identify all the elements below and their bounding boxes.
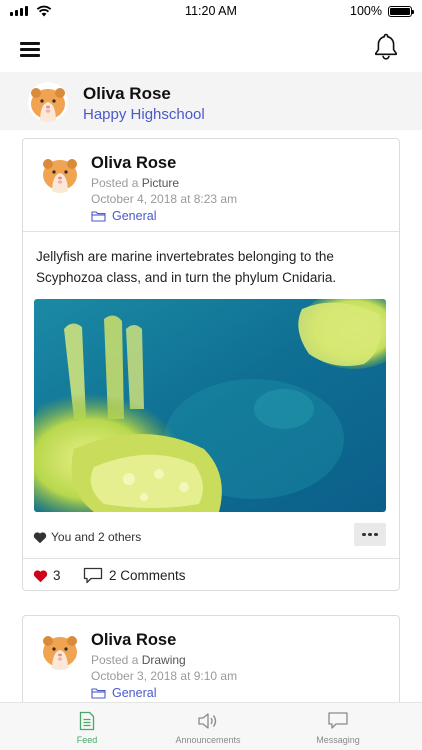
- post-author-name[interactable]: Oliva Rose: [91, 631, 176, 650]
- post-category-label: General: [112, 686, 157, 700]
- post-type-line: Posted a Drawing: [91, 653, 186, 667]
- author-avatar[interactable]: [40, 630, 80, 670]
- post-type: Picture: [141, 176, 180, 190]
- tab-messaging[interactable]: Messaging: [268, 703, 408, 750]
- heart-icon: [33, 531, 47, 543]
- author-avatar[interactable]: [40, 153, 80, 193]
- like-count: 3: [53, 568, 61, 583]
- post-type-line: Posted a Picture: [91, 176, 179, 190]
- post-category-label: General: [112, 209, 157, 223]
- wifi-icon: [36, 5, 52, 17]
- post-header: Oliva Rose Posted a Drawing October 3, 2…: [23, 616, 399, 709]
- comments-count: 2 Comments: [109, 568, 186, 583]
- hamburger-menu-icon[interactable]: [20, 42, 40, 57]
- tab-feed-label: Feed: [76, 735, 98, 745]
- post-type-prefix: Posted a: [91, 653, 142, 667]
- post-image-jellyfish[interactable]: [34, 299, 386, 512]
- post-category-link[interactable]: General: [91, 686, 156, 700]
- bell-icon[interactable]: [373, 32, 399, 60]
- status-time: 11:20 AM: [185, 4, 237, 18]
- heart-filled-icon: [33, 569, 48, 582]
- post-type: Drawing: [141, 653, 186, 667]
- bottom-tab-bar: Feed Announcements Messaging: [0, 702, 422, 750]
- tab-feed[interactable]: Feed: [17, 703, 157, 750]
- post-header: Oliva Rose Posted a Picture October 4, 2…: [23, 139, 399, 232]
- post-category-link[interactable]: General: [91, 209, 156, 223]
- tab-announcements[interactable]: Announcements: [138, 703, 278, 750]
- folder-icon: [91, 211, 106, 222]
- profile-header: Oliva Rose Happy Highschool: [0, 72, 422, 130]
- top-nav: [0, 22, 422, 72]
- likes-summary-text: You and 2 others: [51, 530, 142, 544]
- post-card: Oliva Rose Posted a Picture October 4, 2…: [22, 138, 400, 591]
- status-bar: 11:20 AM 100%: [0, 0, 422, 22]
- likes-summary[interactable]: You and 2 others: [33, 530, 141, 544]
- post-type-prefix: Posted a: [91, 176, 142, 190]
- post-author-name[interactable]: Oliva Rose: [91, 154, 176, 173]
- post-actions: 3 2 Comments: [23, 559, 399, 592]
- battery-percent: 100%: [350, 4, 382, 18]
- document-icon: [79, 711, 95, 731]
- post-date: October 4, 2018 at 8:23 am: [91, 192, 238, 206]
- tab-announcements-label: Announcements: [175, 735, 241, 745]
- profile-name[interactable]: Oliva Rose: [83, 84, 171, 104]
- avatar[interactable]: [28, 82, 68, 122]
- profile-school-link[interactable]: Happy Highschool: [83, 106, 205, 123]
- battery-icon: [387, 5, 414, 17]
- chat-bubble-icon: [328, 712, 348, 729]
- like-button[interactable]: 3: [33, 568, 61, 583]
- divider: [23, 231, 399, 232]
- comments-button[interactable]: 2 Comments: [83, 567, 186, 584]
- more-options-button[interactable]: [354, 523, 386, 546]
- folder-icon: [91, 688, 106, 699]
- tab-messaging-label: Messaging: [316, 735, 360, 745]
- post-date: October 3, 2018 at 9:10 am: [91, 669, 238, 683]
- speaker-icon: [198, 713, 217, 729]
- signal-bars-icon: [10, 6, 28, 16]
- comment-bubble-icon: [83, 567, 103, 584]
- post-text: Jellyfish are marine invertebrates belon…: [36, 249, 337, 285]
